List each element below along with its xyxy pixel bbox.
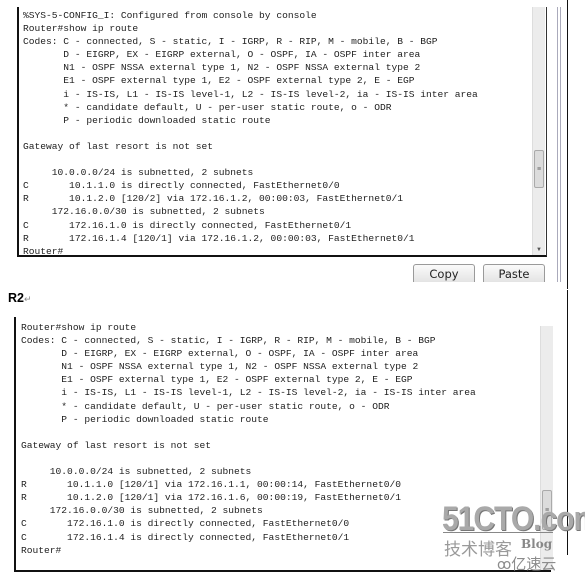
router1-scrollbar[interactable]: ≡ ▼ (532, 7, 545, 255)
terminal-line: C 10.1.1.0 is directly connected, FastEt… (23, 180, 340, 192)
terminal-line: Router#show ip route (21, 322, 137, 333)
r2-section-label: R2↵ (8, 291, 32, 305)
terminal-line: Codes: C - connected, S - static, I - IG… (21, 335, 436, 347)
window-frame-outer (567, 0, 568, 290)
watermark-51cto: 51CTO.com (442, 500, 585, 538)
scroll-down-arrow-icon[interactable]: ▼ (533, 247, 545, 253)
watermark-blog: Blog (521, 537, 553, 551)
terminal-line: i - IS-IS, L1 - IS-IS level-1, L2 - IS-I… (21, 387, 476, 399)
window-frame-inner (557, 7, 558, 282)
window-frame-inner (560, 7, 561, 282)
terminal-line: R 10.1.1.0 [120/1] via 172.16.1.1, 00:00… (21, 479, 401, 491)
router1-terminal-output[interactable]: %SYS-5-CONFIG_I: Configured from console… (17, 7, 547, 257)
terminal-line: N1 - OSPF NSSA external type 1, N2 - OSP… (21, 361, 419, 373)
terminal-line: * - candidate default, U - per-user stat… (21, 400, 390, 412)
terminal-line: 172.16.0.0/30 is subnetted, 2 subnets (23, 206, 265, 218)
terminal-line: P - periodic downloaded static route (23, 114, 271, 126)
terminal-line: R 10.1.2.0 [120/2] via 172.16.1.2, 00:00… (23, 193, 403, 205)
terminal-line: R 172.16.1.4 [120/1] via 172.16.1.2, 00:… (23, 232, 415, 244)
terminal-line: i - IS-IS, L1 - IS-IS level-1, L2 - IS-I… (23, 88, 478, 100)
yisu-cloud-logo-icon: ꝏ (497, 557, 512, 573)
copy-button[interactable]: Copy (413, 264, 475, 282)
paragraph-mark-icon: ↵ (23, 294, 32, 304)
window-frame-bottom (567, 289, 585, 290)
paste-button[interactable]: Paste (483, 264, 545, 282)
terminal-line: * - candidate default, U - per-user stat… (23, 101, 392, 113)
terminal-line: %SYS-5-CONFIG_I: Configured from console… (23, 10, 317, 21)
watermark-divider (443, 532, 553, 533)
terminal-line: E1 - OSPF external type 1, E2 - OSPF ext… (23, 75, 415, 87)
terminal-line: Router#show ip route (23, 23, 139, 35)
watermark-yisu: ꝏ亿速云 (497, 553, 556, 574)
terminal-line: Gateway of last resort is not set (21, 439, 211, 451)
terminal-line: 10.0.0.0/24 is subnetted, 2 subnets (21, 466, 252, 478)
watermark-yisu-text: 亿速云 (511, 555, 557, 573)
terminal-line: 10.0.0.0/24 is subnetted, 2 subnets (23, 167, 254, 179)
terminal-line: P - periodic downloaded static route (21, 413, 269, 425)
terminal-line: N1 - OSPF NSSA external type 1, N2 - OSP… (23, 62, 421, 74)
terminal-line: E1 - OSPF external type 1, E2 - OSPF ext… (21, 374, 413, 386)
terminal-line: Gateway of last resort is not set (23, 140, 213, 152)
terminal-line: Router# (23, 245, 64, 257)
scroll-thumb[interactable]: ≡ (534, 150, 544, 188)
grip-icon: ≡ (536, 165, 542, 173)
terminal-line: C 172.16.1.0 is directly connected, Fast… (23, 219, 352, 231)
terminal-line: Codes: C - connected, S - static, I - IG… (23, 36, 438, 48)
r2-label-text: R2 (8, 291, 24, 305)
terminal-line: D - EIGRP, EX - EIGRP external, O - OSPF… (23, 49, 421, 61)
terminal-line: D - EIGRP, EX - EIGRP external, O - OSPF… (21, 348, 419, 360)
